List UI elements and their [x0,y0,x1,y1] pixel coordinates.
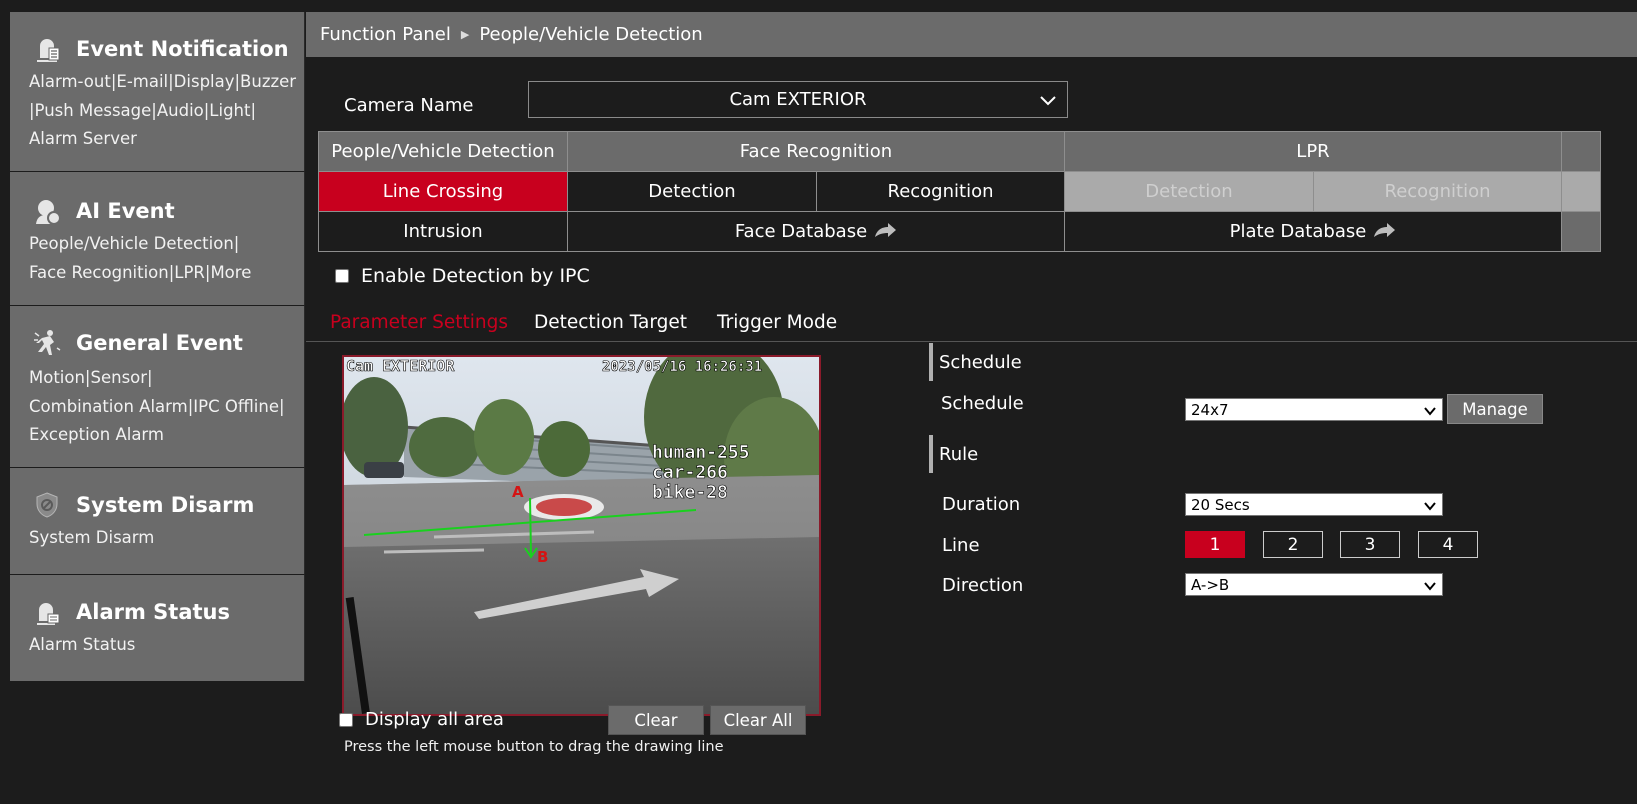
schedule-section-title: Schedule [929,343,1022,381]
direction-label: Direction [942,575,1024,596]
tab-face-database[interactable]: Face Database [567,211,1065,252]
osd-count-human: human-255 [652,442,750,463]
sidebar-section-system-disarm[interactable]: System Disarm System Disarm [10,468,305,575]
enable-ipc-checkbox[interactable] [335,269,349,283]
tab-face-recognition[interactable]: Face Recognition [567,131,1065,172]
sidebar: Event Notification Alarm-out|E-mail|Disp… [10,12,305,804]
tab-line-crossing[interactable]: Line Crossing [318,171,568,212]
line-4-button[interactable]: 4 [1418,531,1478,558]
subtab-parameter-settings[interactable]: Parameter Settings [330,312,508,333]
tab-plate-database[interactable]: Plate Database [1064,211,1562,252]
subtab-trigger-mode[interactable]: Trigger Mode [717,312,837,333]
sidebar-link[interactable]: Alarm Status [29,631,135,660]
duration-select[interactable]: 20 Secs [1185,493,1443,516]
camera-select-value: Cam EXTERIOR [729,89,867,110]
subtab-detection-target[interactable]: Detection Target [534,312,687,333]
sidebar-link[interactable]: Motion|Sensor| [29,364,285,393]
line-point-a[interactable]: A [512,483,524,501]
schedule-label: Schedule [941,393,1024,414]
shield-icon [30,488,64,522]
sidebar-section-alarm-status[interactable]: Alarm Status Alarm Status [10,575,305,682]
subtab-bar: Parameter Settings Detection Target Trig… [306,302,1637,342]
line-label: Line [942,535,980,556]
sidebar-section-ai-event[interactable]: AI Event People/Vehicle Detection| Face … [10,172,305,306]
display-all-area-label: Display all area [365,709,504,730]
sidebar-section-title: Alarm Status [76,600,230,624]
enable-ipc-label: Enable Detection by IPC [361,265,590,287]
sidebar-section-title: System Disarm [76,493,255,517]
sidebar-section-title: AI Event [76,199,175,223]
main-panel: Function Panel ▶ People/Vehicle Detectio… [306,12,1637,804]
osd-count-car: car-266 [652,462,728,483]
tab-more[interactable] [1561,131,1601,172]
schedule-select-value: 24x7 [1191,400,1229,419]
sidebar-link[interactable]: Alarm-out|E-mail|Display|Buzzer [29,68,296,97]
osd-camera-name: Cam EXTERIOR [346,357,455,375]
sidebar-section-title: Event Notification [76,37,289,61]
osd-count-bike: bike-28 [652,482,728,503]
plate-database-label: Plate Database [1229,221,1367,242]
chevron-down-icon [1039,91,1057,112]
enable-ipc-row[interactable]: Enable Detection by IPC [335,265,590,287]
camera-preview[interactable]: A B Cam EXTERIOR 2023/05/16 16:26:31 hum… [342,355,821,716]
sidebar-section-title: General Event [76,331,243,355]
sidebar-section-general-event[interactable]: General Event Motion|Sensor| Combination… [10,306,305,468]
chevron-down-icon [1424,498,1436,516]
general-event-icon [30,326,64,360]
line-1-button[interactable]: 1 [1185,531,1245,558]
alarm-status-icon [30,595,64,629]
tab-face-recognition-sub[interactable]: Recognition [816,171,1065,212]
tab-people-vehicle-detection[interactable]: People/Vehicle Detection [318,131,568,172]
clear-button[interactable]: Clear [608,705,704,735]
line-point-b[interactable]: B [537,548,548,566]
manage-button[interactable]: Manage [1447,394,1543,424]
direction-select[interactable]: A->B [1185,573,1443,596]
share-arrow-icon [873,220,897,243]
sidebar-link[interactable]: Exception Alarm [29,421,285,450]
tab-intrusion[interactable]: Intrusion [318,211,568,252]
breadcrumb-current: People/Vehicle Detection [479,24,703,45]
tab-face-detection[interactable]: Detection [567,171,817,212]
sidebar-link[interactable]: Alarm Server [29,125,296,154]
tab-lpr[interactable]: LPR [1064,131,1562,172]
sidebar-section-event-notification[interactable]: Event Notification Alarm-out|E-mail|Disp… [10,12,305,172]
chevron-down-icon [1424,578,1436,596]
drawing-hint: Press the left mouse button to drag the … [344,739,724,755]
chevron-down-icon [1424,403,1436,421]
sidebar-link[interactable]: Combination Alarm|IPC Offline| [29,393,285,422]
breadcrumb-root[interactable]: Function Panel [320,24,451,45]
sidebar-link[interactable]: Face Recognition|LPR|More [29,259,251,288]
sidebar-link[interactable]: People/Vehicle Detection| [29,230,251,259]
schedule-select[interactable]: 24x7 [1185,398,1443,421]
tab-blank [1561,171,1601,212]
duration-label: Duration [942,494,1021,515]
display-all-area-row[interactable]: Display all area [339,709,504,730]
sidebar-link[interactable]: System Disarm [29,524,154,553]
osd-timestamp: 2023/05/16 16:26:31 [602,359,762,375]
rule-section-title: Rule [929,435,978,473]
face-database-label: Face Database [734,221,868,242]
direction-select-value: A->B [1191,575,1230,594]
duration-select-value: 20 Secs [1191,495,1250,514]
tab-lpr-recognition: Recognition [1313,171,1562,212]
camera-select[interactable]: Cam EXTERIOR [528,81,1068,118]
camera-name-label: Camera Name [344,95,474,116]
breadcrumb-arrow-icon: ▶ [460,28,470,41]
tab-lpr-detection: Detection [1064,171,1314,212]
event-notification-icon [30,32,64,66]
clear-all-button[interactable]: Clear All [710,705,806,735]
breadcrumb: Function Panel ▶ People/Vehicle Detectio… [306,12,1637,57]
sidebar-link[interactable]: |Push Message|Audio|Light| [29,97,296,126]
line-3-button[interactable]: 3 [1340,531,1400,558]
line-2-button[interactable]: 2 [1263,531,1323,558]
share-arrow-icon [1372,220,1396,243]
ai-event-icon [30,194,64,228]
tab-blank [1561,211,1601,252]
display-all-area-checkbox[interactable] [339,712,353,727]
